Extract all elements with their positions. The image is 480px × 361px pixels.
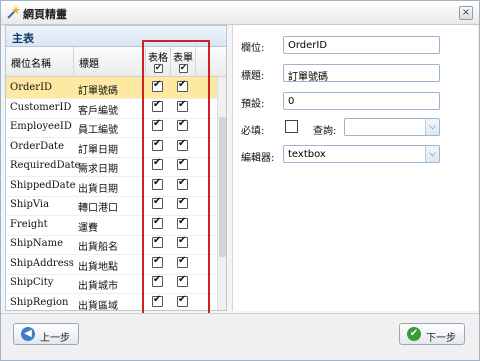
field-title-cell: 運費	[78, 222, 98, 234]
field-input[interactable]: OrderID	[283, 36, 440, 54]
field-detail-panel: 欄位: OrderID 標題: 訂單號碼 預設: 0 必填: 查詢: ⌵ 編輯器…	[232, 25, 478, 311]
field-title-cell: 出貨地點	[78, 261, 118, 273]
field-title-cell: 客戶編號	[78, 105, 118, 117]
query-label: 查詢:	[313, 126, 337, 137]
grid-scrollbar[interactable]	[217, 77, 226, 310]
field-name-cell: Freight	[10, 218, 48, 230]
close-button[interactable]: ×	[459, 6, 473, 20]
grid-scrollbar-thumb[interactable]	[219, 117, 226, 257]
editor-select[interactable]: textbox ⌵	[283, 145, 440, 163]
wand-icon	[7, 6, 20, 19]
prev-button[interactable]: ◀ 上一步	[13, 323, 79, 345]
field-name-cell: OrderID	[10, 82, 53, 93]
field-name-cell: ShipRegion	[10, 296, 69, 308]
field-title-cell: 出貨日期	[78, 183, 118, 195]
next-button[interactable]: ✔ 下一步	[399, 323, 465, 345]
wizard-window: 網頁精靈 × 主表 欄位名稱 標題 表格 表單 OrderID訂單號碼Custo…	[0, 0, 480, 361]
column-header-title[interactable]: 標題	[74, 47, 146, 77]
column-title-label: 標題	[79, 59, 99, 70]
field-title-cell: 出貨區域	[78, 300, 118, 312]
field-name-cell: ShippedDate	[10, 179, 76, 191]
default-input[interactable]: 0	[283, 92, 440, 110]
field-name-cell: ShipAddress	[10, 257, 74, 269]
query-select[interactable]: ⌵	[344, 118, 440, 136]
field-name-cell: ShipCity	[10, 277, 54, 288]
editor-select-value: textbox	[288, 149, 326, 160]
prev-button-label: 上一步	[40, 333, 70, 344]
field-name-cell: EmployeeID	[10, 121, 72, 132]
field-title-cell: 訂單日期	[78, 144, 118, 156]
field-title-cell: 出貨城市	[78, 281, 118, 292]
default-label: 預設:	[241, 99, 265, 110]
title-bar: 網頁精靈 ×	[1, 1, 479, 25]
editor-label: 編輯器:	[241, 153, 275, 164]
field-name-cell: OrderDate	[10, 140, 64, 152]
highlight-box	[142, 40, 210, 322]
arrow-left-icon: ◀	[21, 327, 35, 341]
field-name-cell: ShipName	[10, 238, 64, 249]
field-title-cell: 員工編號	[78, 125, 118, 136]
close-icon: ×	[461, 7, 471, 18]
field-name-cell: ShipVia	[10, 199, 50, 210]
title-label: 標題:	[241, 71, 265, 82]
chevron-down-icon[interactable]: ⌵	[425, 119, 439, 135]
field-name-cell: CustomerID	[10, 101, 72, 113]
window-title: 網頁精靈	[23, 8, 67, 21]
required-label: 必填:	[241, 126, 265, 137]
field-title-cell: 轉口港口	[78, 203, 118, 214]
check-icon: ✔	[407, 327, 421, 341]
chevron-down-icon[interactable]: ⌵	[425, 146, 439, 162]
field-label: 欄位:	[241, 43, 265, 54]
field-title-cell: 需求日期	[78, 164, 118, 175]
field-name-cell: RequiredDate	[10, 160, 81, 171]
column-header-name[interactable]: 欄位名稱	[6, 47, 74, 77]
main-panel-title: 主表	[12, 32, 34, 45]
column-name-label: 欄位名稱	[11, 59, 51, 70]
field-title-cell: 出貨船名	[78, 242, 118, 253]
button-bar: ◀ 上一步 ✔ 下一步	[1, 313, 479, 360]
next-button-label: 下一步	[426, 333, 456, 344]
required-checkbox[interactable]	[285, 120, 298, 133]
field-title-cell: 訂單號碼	[78, 86, 118, 97]
title-input[interactable]: 訂單號碼	[283, 64, 440, 82]
